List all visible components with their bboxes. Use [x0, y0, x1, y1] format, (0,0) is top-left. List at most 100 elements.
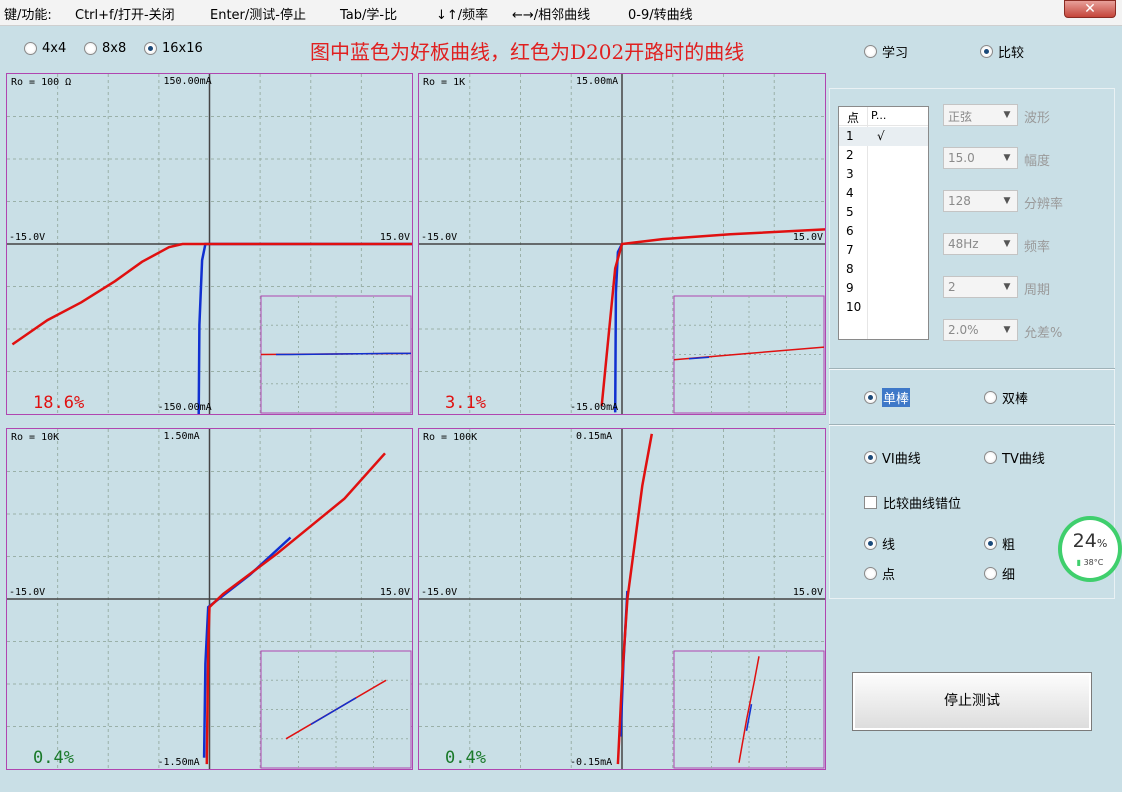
waveform-label: 波形: [1024, 111, 1051, 126]
radio-dot: [864, 567, 877, 580]
period-value: 2: [948, 280, 956, 294]
compare-radio[interactable]: 比较: [980, 42, 1024, 61]
frequency-label: 频率: [1024, 240, 1051, 255]
line-style-radio[interactable]: 线: [864, 534, 895, 553]
point-style-label: 点: [882, 568, 896, 583]
x-left-label: -15.0V: [9, 587, 46, 598]
stop-test-button[interactable]: 停止测试: [852, 672, 1092, 731]
offset-curve-checkbox[interactable]: 比较曲线错位: [864, 493, 961, 512]
point-number: 8: [846, 262, 854, 276]
radio-dot-selected: [864, 537, 877, 550]
menu-adjacent-curve: ←→/相邻曲线: [512, 8, 591, 23]
menu-keys-label: 键/功能:: [4, 8, 52, 23]
radio-dot-selected: [984, 537, 997, 550]
period-select[interactable]: 2 ▼: [943, 276, 1018, 298]
list-item[interactable]: 2: [839, 146, 928, 165]
waveform-select[interactable]: 正弦 ▼: [943, 104, 1018, 126]
double-probe-radio[interactable]: 双棒: [984, 388, 1028, 407]
chevron-down-icon: ▼: [1003, 110, 1011, 120]
vi-curve-radio[interactable]: VI曲线: [864, 448, 921, 467]
ro-label: Ro = 100 Ω: [11, 77, 72, 88]
point-number: 3: [846, 167, 854, 181]
menu-frequency: ↓↑/频率: [436, 8, 489, 23]
point-number: 1: [846, 129, 854, 143]
list-item[interactable]: 5: [839, 203, 928, 222]
learn-radio[interactable]: 学习: [864, 42, 908, 61]
cpu-percent-value: 24: [1072, 530, 1097, 552]
single-probe-radio[interactable]: 单棒: [864, 388, 911, 407]
resolution-select[interactable]: 128 ▼: [943, 190, 1018, 212]
curve-panel-4[interactable]: Ro = 100K 0.15mA -0.15mA -15.0V 15.0V 0.4%: [418, 428, 826, 770]
list-item[interactable]: 3: [839, 165, 928, 184]
learn-label: 学习: [882, 46, 909, 61]
chevron-down-icon: ▼: [1003, 325, 1011, 335]
y-top-label: 0.15mA: [576, 431, 613, 442]
radio-dot: [84, 42, 97, 55]
thin-radio[interactable]: 细: [984, 564, 1015, 583]
thick-radio[interactable]: 粗: [984, 534, 1015, 553]
point-list[interactable]: 点 P... 1 √ 2 3 4 5 6 7 8 9 10: [838, 106, 929, 340]
amplitude-label: 幅度: [1024, 154, 1051, 169]
checkbox-box: [864, 496, 877, 509]
tv-curve-label: TV曲线: [1002, 452, 1045, 467]
vi-curve-label: VI曲线: [882, 452, 921, 467]
menu-goto-curve: 0-9/转曲线: [628, 8, 693, 23]
temperature-value: 38°C: [1083, 558, 1104, 567]
match-percent: 3.1%: [445, 393, 486, 413]
tv-curve-radio[interactable]: TV曲线: [984, 448, 1045, 467]
tolerance-value: 2.0%: [948, 323, 979, 337]
single-probe-label: 单棒: [882, 388, 911, 407]
grid-4x4-radio[interactable]: 4x4: [24, 41, 66, 56]
radio-dot: [984, 391, 997, 404]
period-label: 周期: [1024, 283, 1051, 298]
divider: [829, 368, 1115, 370]
amplitude-select[interactable]: 15.0 ▼: [943, 147, 1018, 169]
ro-label: Ro = 1K: [423, 77, 466, 88]
list-item[interactable]: 7: [839, 241, 928, 260]
menu-open-close: Ctrl+f/打开-关闭: [75, 8, 175, 23]
close-button[interactable]: ✕: [1064, 0, 1116, 18]
curve-panel-3[interactable]: Ro = 10K 1.50mA -1.50mA -15.0V 15.0V 0.4%: [6, 428, 413, 770]
chevron-down-icon: ▼: [1003, 153, 1011, 163]
point-number: 6: [846, 224, 854, 238]
tolerance-select[interactable]: 2.0% ▼: [943, 319, 1018, 341]
menu-bar: 键/功能: Ctrl+f/打开-关闭 Enter/测试-停止 Tab/学-比 ↓…: [0, 0, 1122, 26]
point-style-radio[interactable]: 点: [864, 564, 895, 583]
list-item[interactable]: 8: [839, 260, 928, 279]
grid-16x16-label: 16x16: [162, 41, 203, 56]
radio-dot: [984, 567, 997, 580]
list-item[interactable]: 9: [839, 279, 928, 298]
point-number: 4: [846, 186, 854, 200]
grid-8x8-radio[interactable]: 8x8: [84, 41, 126, 56]
radio-dot: [864, 45, 877, 58]
list-item[interactable]: 6: [839, 222, 928, 241]
list-item[interactable]: 1 √: [839, 127, 928, 146]
tolerance-label: 允差%: [1024, 326, 1063, 341]
grid-16x16-radio[interactable]: 16x16: [144, 41, 203, 56]
temperature: ▮ 38°C: [1062, 558, 1118, 567]
thin-label: 细: [1002, 568, 1016, 583]
y-top-label: 150.00mA: [163, 76, 212, 87]
grid-4x4-label: 4x4: [42, 41, 67, 56]
x-right-label: 15.0V: [379, 232, 410, 243]
y-bottom-label: -0.15mA: [570, 757, 613, 768]
menu-test-stop: Enter/测试-停止: [210, 8, 306, 23]
frequency-value: 48Hz: [948, 237, 979, 251]
curve-panel-2[interactable]: Ro = 1K 15.00mA -15.00mA -15.0V 15.0V 3.1%: [418, 73, 826, 415]
thick-label: 粗: [1002, 538, 1016, 553]
frequency-select[interactable]: 48Hz ▼: [943, 233, 1018, 255]
y-bottom-label: -15.00mA: [570, 402, 619, 413]
match-percent: 0.4%: [445, 748, 486, 768]
list-item[interactable]: 4: [839, 184, 928, 203]
curve-plot: [7, 429, 412, 769]
resolution-value: 128: [948, 194, 971, 208]
ro-label: Ro = 10K: [11, 432, 60, 443]
check-mark: √: [877, 129, 885, 143]
list-item[interactable]: 10: [839, 298, 928, 317]
curve-panel-1[interactable]: Ro = 100 Ω 150.00mA -150.00mA -15.0V 15.0V 18…: [6, 73, 413, 415]
curve-plot: [419, 74, 825, 414]
cpu-percent: 24%: [1062, 530, 1118, 552]
y-top-label: 15.00mA: [576, 76, 619, 87]
menu-learn-compare: Tab/学-比: [340, 8, 398, 23]
curve-plot: [7, 74, 412, 414]
